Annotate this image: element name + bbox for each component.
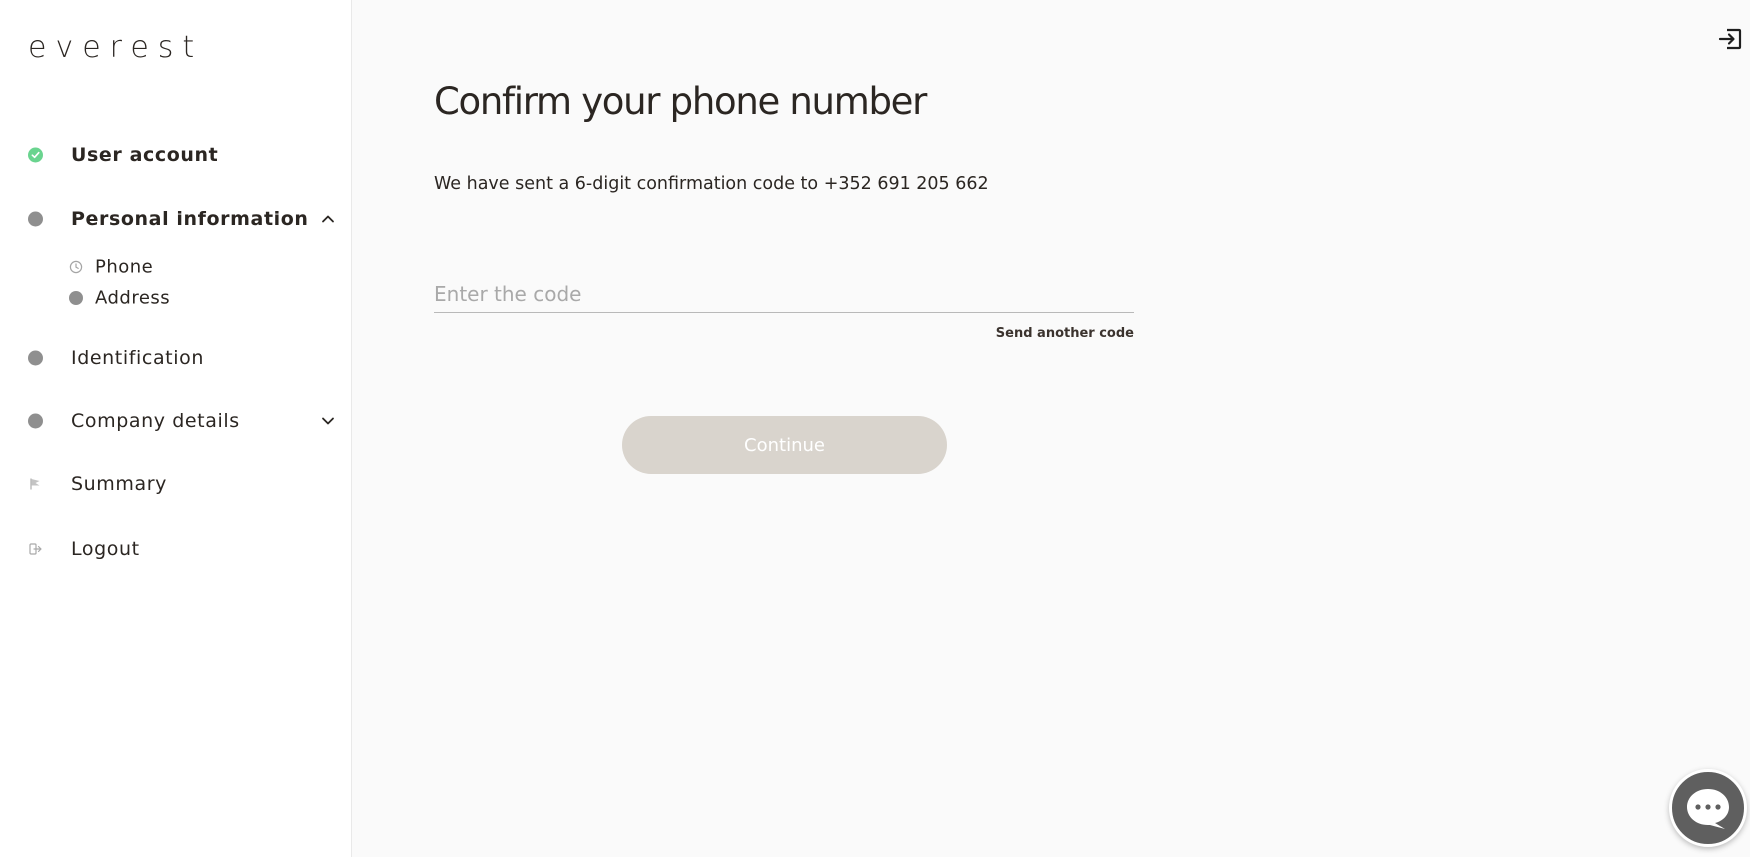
chevron-up-icon[interactable] xyxy=(320,211,336,227)
chat-button[interactable] xyxy=(1669,769,1747,847)
code-input[interactable] xyxy=(434,275,1134,313)
sidebar-item-company-details[interactable]: Company details xyxy=(0,401,351,441)
sidebar-item-label: Personal information xyxy=(71,208,309,230)
flag-icon xyxy=(30,478,40,490)
page-title: Confirm your phone number xyxy=(434,80,927,123)
page-subtitle: We have sent a 6-digit confirmation code… xyxy=(434,174,989,194)
sidebar-item-summary[interactable]: Summary xyxy=(0,464,351,504)
sidebar-item-label: Identification xyxy=(71,347,204,369)
everest-logo[interactable]: everest xyxy=(28,30,203,65)
clock-icon xyxy=(69,260,83,274)
sidebar-item-personal-information[interactable]: Personal information xyxy=(0,199,351,239)
send-another-code-link[interactable]: Send another code xyxy=(934,326,1134,341)
sidebar-subitem-phone[interactable]: Phone xyxy=(0,253,351,281)
sidebar-subitem-label: Address xyxy=(95,287,171,309)
status-dot-icon xyxy=(28,211,43,227)
sidebar-item-label: User account xyxy=(71,144,219,166)
status-dot-icon xyxy=(28,350,43,366)
continue-button[interactable]: Continue xyxy=(622,416,947,474)
main-content: Confirm your phone number We have sent a… xyxy=(352,0,1750,857)
status-dot-icon xyxy=(28,413,43,429)
sidebar-subitem-label: Phone xyxy=(95,256,154,278)
logout-icon xyxy=(29,543,42,555)
status-dot-icon xyxy=(69,291,83,305)
sidebar-subitem-address[interactable]: Address xyxy=(0,284,351,312)
sidebar-item-label: Summary xyxy=(71,473,168,495)
chat-icon xyxy=(1687,789,1729,829)
sidebar-item-identification[interactable]: Identification xyxy=(0,338,351,378)
sidebar-item-label: Logout xyxy=(71,538,140,560)
sidebar: everest User account Personal informatio… xyxy=(0,0,352,857)
exit-icon[interactable] xyxy=(1718,26,1744,52)
sidebar-item-logout[interactable]: Logout xyxy=(0,529,351,569)
chevron-down-icon[interactable] xyxy=(320,413,336,429)
sidebar-item-user-account[interactable]: User account xyxy=(0,135,351,175)
sidebar-item-label: Company details xyxy=(71,410,240,432)
check-icon xyxy=(28,147,43,163)
